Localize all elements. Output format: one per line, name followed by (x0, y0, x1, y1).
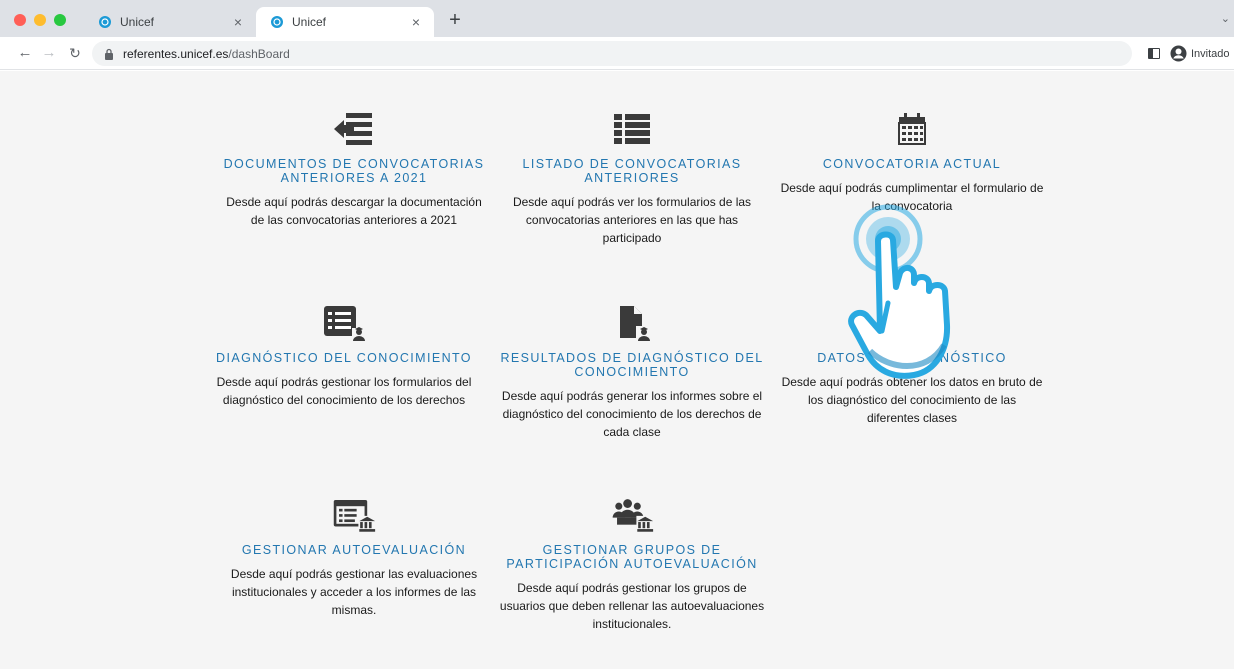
card-datos-diagnostico[interactable]: DATOS DEL DIAGNÓSTICO Desde aquí podrás … (767, 303, 1057, 427)
tab-close-icon[interactable]: × (230, 14, 246, 30)
tab-title: Unicef (120, 15, 155, 29)
card-convocatoria-actual[interactable]: CONVOCATORIA ACTUAL Desde aquí podrás cu… (767, 109, 1057, 215)
card-description: Desde aquí podrás generar los informes s… (501, 389, 763, 439)
reload-icon[interactable]: ↻ (66, 45, 84, 62)
card-description: Desde aquí podrás ver los formularios de… (512, 195, 752, 245)
card-gestionar-grupos[interactable]: GESTIONAR GRUPOS DE PARTICIPACIÓN AUTOEV… (487, 495, 777, 633)
card-listado-convocatorias-anteriores[interactable]: LISTADO DE CONVOCATORIAS ANTERIORES Desd… (487, 109, 777, 247)
tab-unicef-1[interactable]: Unicef × (84, 7, 256, 37)
card-description: Desde aquí podrás obtener los datos en b… (781, 375, 1043, 425)
lock-icon (105, 48, 113, 60)
card-title[interactable]: LISTADO DE CONVOCATORIAS ANTERIORES (487, 157, 777, 185)
tab-unicef-2[interactable]: Unicef × (256, 7, 434, 37)
group-institution-icon (610, 495, 654, 535)
file-user-icon (610, 303, 654, 343)
tab-strip: Unicef × Unicef × + ⌄ (0, 0, 1234, 37)
new-tab-button[interactable]: + (444, 9, 466, 32)
card-title[interactable]: CONVOCATORIA ACTUAL (767, 157, 1057, 171)
calendar-icon (890, 109, 934, 149)
chevron-down-icon[interactable]: ⌄ (1221, 12, 1230, 25)
card-gestionar-autoevaluacion[interactable]: GESTIONAR AUTOEVALUACIÓN Desde aquí podr… (209, 495, 499, 619)
card-title[interactable]: DOCUMENTOS DE CONVOCATORIAS ANTERIORES A… (209, 157, 499, 185)
file-import-icon (332, 109, 376, 149)
tab-close-icon[interactable]: × (408, 14, 424, 30)
profile-icon[interactable] (1170, 45, 1187, 62)
url-host: referentes.unicef.es (123, 46, 229, 61)
close-window-button[interactable] (14, 14, 26, 26)
address-bar[interactable]: referentes.unicef.es/dashBoard (92, 41, 1132, 66)
card-title[interactable]: RESULTADOS DE DIAGNÓSTICO DEL CONOCIMIEN… (487, 351, 777, 379)
list-icon (610, 109, 654, 149)
card-description: Desde aquí podrás cumplimentar el formul… (780, 181, 1044, 213)
card-title[interactable]: DATOS DEL DIAGNÓSTICO (767, 351, 1057, 365)
card-title[interactable]: DIAGNÓSTICO DEL CONOCIMIENTO (199, 351, 489, 365)
table-user-icon (890, 303, 934, 343)
tab-title: Unicef (292, 15, 327, 29)
forward-arrow-icon[interactable]: → (40, 44, 58, 61)
card-description: Desde aquí podrás gestionar los formular… (216, 375, 472, 407)
browser-toolbar: ← → ↻ referentes.unicef.es/dashBoard Inv… (0, 37, 1234, 70)
minimize-window-button[interactable] (34, 14, 46, 26)
side-panel-icon[interactable] (1148, 48, 1160, 59)
card-description: Desde aquí podrás descargar la documenta… (226, 195, 482, 227)
card-description: Desde aquí podrás gestionar las evaluaci… (230, 567, 478, 617)
card-documentos-convocatorias-anteriores[interactable]: DOCUMENTOS DE CONVOCATORIAS ANTERIORES A… (209, 109, 499, 229)
unicef-favicon-icon (98, 15, 112, 29)
unicef-favicon-icon (270, 15, 284, 29)
card-description: Desde aquí podrás gestionar los grupos d… (499, 581, 765, 631)
maximize-window-button[interactable] (54, 14, 66, 26)
card-resultados-diagnostico[interactable]: RESULTADOS DE DIAGNÓSTICO DEL CONOCIMIEN… (487, 303, 777, 441)
list-user-icon (322, 303, 366, 343)
back-arrow-icon[interactable]: ← (16, 44, 34, 61)
url-path: /dashBoard (228, 46, 290, 61)
card-title[interactable]: GESTIONAR AUTOEVALUACIÓN (209, 543, 499, 557)
card-title[interactable]: GESTIONAR GRUPOS DE PARTICIPACIÓN AUTOEV… (487, 543, 777, 571)
dashboard-page: DOCUMENTOS DE CONVOCATORIAS ANTERIORES A… (0, 71, 1234, 669)
form-institution-icon (332, 495, 376, 535)
profile-label[interactable]: Invitado (1191, 48, 1230, 60)
card-diagnostico-conocimiento[interactable]: DIAGNÓSTICO DEL CONOCIMIENTO Desde aquí … (199, 303, 489, 409)
